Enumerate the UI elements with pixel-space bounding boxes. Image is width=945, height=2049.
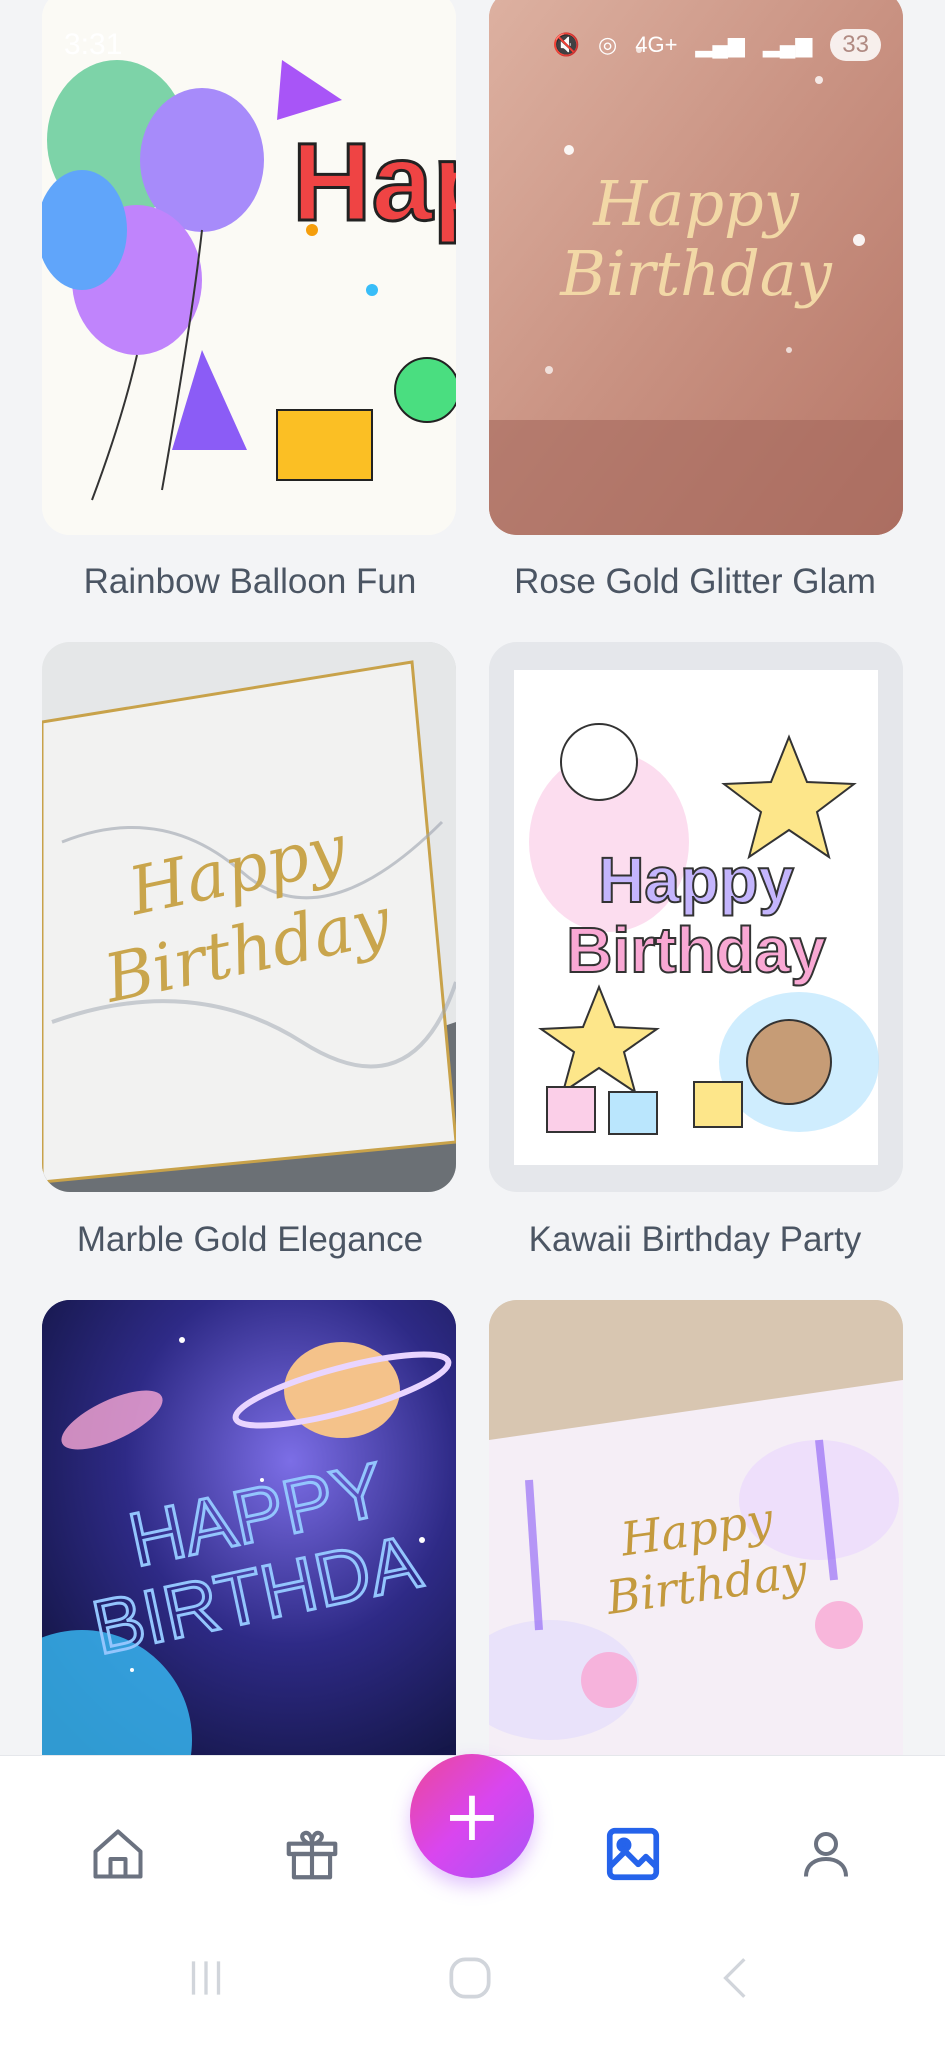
signal-icon-2: ▂▄▆ [762, 32, 813, 57]
card-title[interactable]: Rainbow Balloon Fun [20, 562, 480, 602]
card-marble-gold[interactable]: Happy Birthday [42, 642, 456, 1192]
card-artwork: HAPPY BIRTHDA [42, 1300, 456, 1760]
mute-icon: 🔇 [552, 32, 581, 57]
profile-icon[interactable] [786, 1814, 866, 1894]
home-icon[interactable] [78, 1814, 158, 1894]
status-bar: 3:31 🔇 ◎ 4G+ ▂▄▆ ▂▄▆ 33 [0, 0, 945, 90]
gallery-icon[interactable] [593, 1814, 673, 1894]
card-art-text-1: Happy [598, 844, 794, 916]
home-circle-icon[interactable] [440, 1948, 500, 2008]
card-art-text-2: Birthday [559, 237, 833, 310]
signal-icon: ▂▄▆ [695, 32, 745, 57]
card-galaxy[interactable]: HAPPY BIRTHDA [42, 1300, 456, 1760]
card-art-text: Hap Birt [292, 121, 456, 244]
plus-icon: + [442, 1775, 502, 1857]
hotspot-icon: ◎ [598, 32, 618, 57]
card-title[interactable]: Kawaii Birthday Party [465, 1220, 925, 1260]
card-title[interactable]: Rose Gold Glitter Glam [465, 562, 925, 602]
card-artwork: Happy Birthday [489, 1300, 903, 1760]
create-card-button[interactable]: + [410, 1754, 534, 1878]
card-artwork: Happy Birthday [42, 642, 456, 1192]
card-art-text-2: Birthday [566, 914, 826, 986]
recents-icon[interactable] [176, 1948, 236, 2008]
battery-indicator: 33 [830, 29, 881, 61]
card-title[interactable]: Marble Gold Elegance [20, 1220, 480, 1260]
card-kawaii-party[interactable]: Happy Birthday [489, 642, 903, 1192]
card-art-text-1: Happy [592, 167, 799, 240]
back-icon[interactable] [706, 1948, 766, 2008]
card-watercolor-floral[interactable]: Happy Birthday [489, 1300, 903, 1760]
gift-icon[interactable] [272, 1814, 352, 1894]
network-label: 4G+ [635, 32, 678, 57]
card-artwork: Happy Birthday [489, 642, 903, 1192]
status-time: 3:31 [64, 28, 123, 61]
bottom-navigation: + [0, 1754, 945, 2049]
